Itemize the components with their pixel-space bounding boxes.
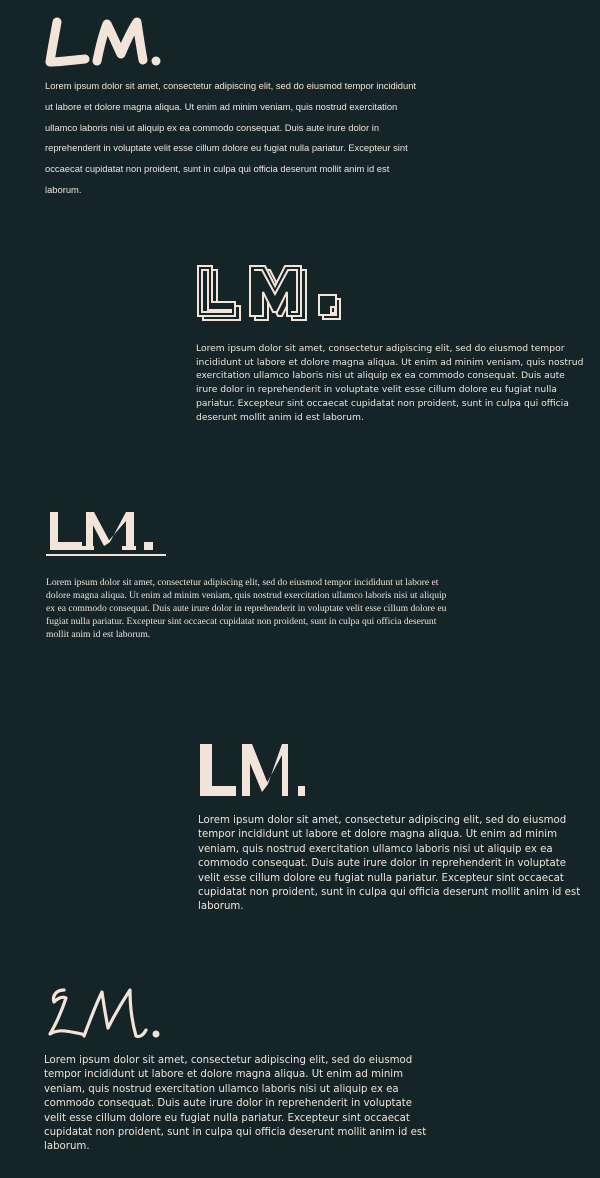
description-text: Lorem ipsum dolor sit amet, consectetur … — [196, 343, 584, 423]
lm-script-logo — [48, 988, 160, 1039]
logo-variant-outlined: Lorem ipsum dolor sit amet, consectetur … — [196, 262, 588, 424]
description-text: Lorem ipsum dolor sit amet, consectetur … — [44, 1055, 427, 1153]
logo-variant-geometric: Lorem ipsum dolor sit amet, consectetur … — [198, 740, 590, 915]
logo-variant-script: Lorem ipsum dolor sit amet, consectetur … — [44, 984, 436, 1155]
lm-outlined-logo — [197, 265, 341, 321]
logo-variant-serif: Lorem ipsum dolor sit amet, consectetur … — [46, 508, 448, 641]
lm-serif-logo — [46, 512, 166, 556]
description-text: Lorem ipsum dolor sit amet, consectetur … — [45, 80, 417, 195]
description-text: Lorem ipsum dolor sit amet, consectetur … — [46, 577, 447, 641]
lm-geometric-logo — [200, 744, 305, 796]
logo-variant-brush: Lorem ipsum dolor sit amet, consectetur … — [45, 16, 425, 201]
lm-brush-logo — [45, 17, 161, 67]
description-text: Lorem ipsum dolor sit amet, consectetur … — [198, 815, 581, 913]
